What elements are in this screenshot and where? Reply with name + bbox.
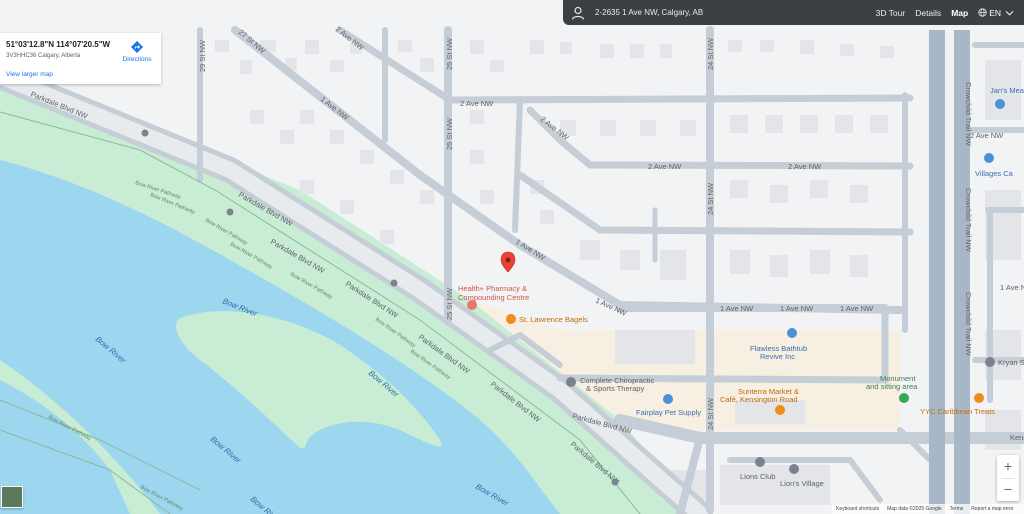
road-label-25st-b: 25 St NW bbox=[445, 117, 454, 150]
shop-icon bbox=[984, 153, 994, 163]
directions-icon bbox=[131, 41, 143, 53]
road-label-24st: 24 St NW bbox=[706, 37, 715, 70]
language-label: EN bbox=[989, 7, 1001, 18]
coordinates-text: 51°03'12.8"N 114°07'20.5"W bbox=[6, 40, 111, 49]
zoom-control: + − bbox=[997, 455, 1019, 501]
poi-kryan-label: Kryan S bbox=[998, 358, 1024, 367]
shop-icon bbox=[985, 357, 995, 367]
keyboard-shortcuts-link[interactable]: Keyboard shortcuts bbox=[836, 506, 879, 512]
bus-stop-icon bbox=[141, 129, 149, 137]
poi-sunterra-line2: Café, Kensington Road bbox=[720, 395, 798, 404]
road-label-1ave-e1: 1 Ave NW bbox=[720, 304, 754, 313]
park-icon bbox=[899, 393, 909, 403]
crowchild-southbound bbox=[929, 30, 945, 514]
road-label-crowchild-2: Crowchild Trail NW bbox=[964, 188, 973, 253]
poi-pharmacy-line1: Health+ Pharmacy & bbox=[458, 284, 527, 293]
medical-icon bbox=[566, 377, 576, 387]
restaurant-icon bbox=[775, 405, 785, 415]
terms-link[interactable]: Terms bbox=[950, 506, 964, 512]
shop-icon bbox=[787, 328, 797, 338]
bus-stop-icon bbox=[611, 478, 619, 486]
road-label-crowchild-1: Crowchild Trail NW bbox=[964, 82, 973, 147]
directions-label: Directions bbox=[122, 56, 152, 63]
poi-kryan[interactable]: Kryan S bbox=[985, 357, 1024, 367]
road-label-1ave-far: 1 Ave NW bbox=[1000, 283, 1024, 292]
poi-yyc-label: YYC Caribbean Treats bbox=[920, 407, 995, 416]
building-icon bbox=[755, 457, 765, 467]
globe-icon bbox=[978, 8, 987, 17]
poi-bathtub-line2: Revive Inc bbox=[760, 352, 795, 361]
address-text: 2-2635 1 Ave NW, Calgary, AB bbox=[595, 8, 704, 17]
report-error-link[interactable]: Report a map error bbox=[971, 506, 1013, 512]
poi-bagels-label: St. Lawrence Bagels bbox=[519, 315, 588, 324]
map-attribution: Keyboard shortcuts Map data ©2025 Google… bbox=[832, 504, 1024, 514]
person-icon bbox=[571, 6, 585, 20]
language-selector[interactable]: EN bbox=[978, 8, 1016, 18]
directions-button[interactable]: Directions bbox=[121, 40, 153, 63]
shop-icon bbox=[995, 99, 1005, 109]
road-label-2ave-east: 2 Ave NW bbox=[788, 162, 822, 171]
road-label-1ave-e3: 1 Ave NW bbox=[840, 304, 874, 313]
bus-stop-icon bbox=[226, 208, 234, 216]
road-label-24st-b: 24 St NW bbox=[706, 182, 715, 215]
satellite-layer-toggle[interactable] bbox=[1, 486, 23, 508]
poi-chiro-line2: & Sports Therapy bbox=[586, 384, 644, 393]
road-label-29st: 29 St NW bbox=[198, 39, 207, 72]
tab-details[interactable]: Details bbox=[915, 8, 941, 18]
place-info-card: 51°03'12.8"N 114°07'20.5"W 3V3HHC36 Calg… bbox=[0, 33, 161, 84]
bus-stop-icon bbox=[390, 279, 398, 287]
tab-3d-tour[interactable]: 3D Tour bbox=[876, 8, 906, 18]
road-label-2ave-mid: 2 Ave NW bbox=[648, 162, 682, 171]
road-label-crowchild-3: Crowchild Trail NW bbox=[964, 292, 973, 357]
road-label-2ave-far: 2 Ave NW bbox=[970, 131, 1004, 140]
poi-lions-club-label: Lions Club bbox=[740, 472, 775, 481]
plus-code-text: 3V3HHC36 Calgary, Alberta bbox=[6, 53, 81, 59]
restaurant-icon bbox=[506, 314, 516, 324]
road-label-1ave-e2: 1 Ave NW bbox=[780, 304, 814, 313]
road-label-25st-c: 25 St NW bbox=[445, 287, 454, 320]
map-data-text: Map data ©2025 Google bbox=[887, 506, 942, 512]
poi-lions-village-label: Lion's Village bbox=[780, 479, 824, 488]
poi-jans-label: Jan's Mea bbox=[990, 86, 1024, 95]
poi-pharmacy-line2: Compounding Centre bbox=[458, 293, 529, 302]
poi-monument-line2: and sitting area bbox=[866, 382, 918, 391]
road-label-25st: 25 St NW bbox=[445, 37, 454, 70]
poi-villages-label: Villages Ca bbox=[975, 169, 1014, 178]
road-label-kensington: Kensington Rd NW bbox=[1010, 433, 1024, 442]
shop-icon bbox=[663, 394, 673, 404]
poi-bagels[interactable]: St. Lawrence Bagels bbox=[506, 314, 588, 324]
zoom-in-button[interactable]: + bbox=[997, 455, 1019, 478]
chevron-down-icon bbox=[1005, 10, 1014, 16]
road-label-2ave-top: 2 Ave NW bbox=[460, 99, 494, 108]
restaurant-icon bbox=[974, 393, 984, 403]
poi-petsupply-label: Fairplay Pet Supply bbox=[636, 408, 701, 417]
road-label-24st-c: 24 St NW bbox=[706, 397, 715, 430]
zoom-out-button[interactable]: − bbox=[997, 478, 1019, 501]
tab-map[interactable]: Map bbox=[951, 8, 968, 18]
top-bar: 2-2635 1 Ave NW, Calgary, AB 3D Tour Det… bbox=[563, 0, 1024, 25]
building-icon bbox=[789, 464, 799, 474]
pin-dot bbox=[505, 257, 511, 263]
view-larger-map-link[interactable]: View larger map bbox=[6, 71, 53, 78]
zoom-divider bbox=[1001, 478, 1015, 479]
